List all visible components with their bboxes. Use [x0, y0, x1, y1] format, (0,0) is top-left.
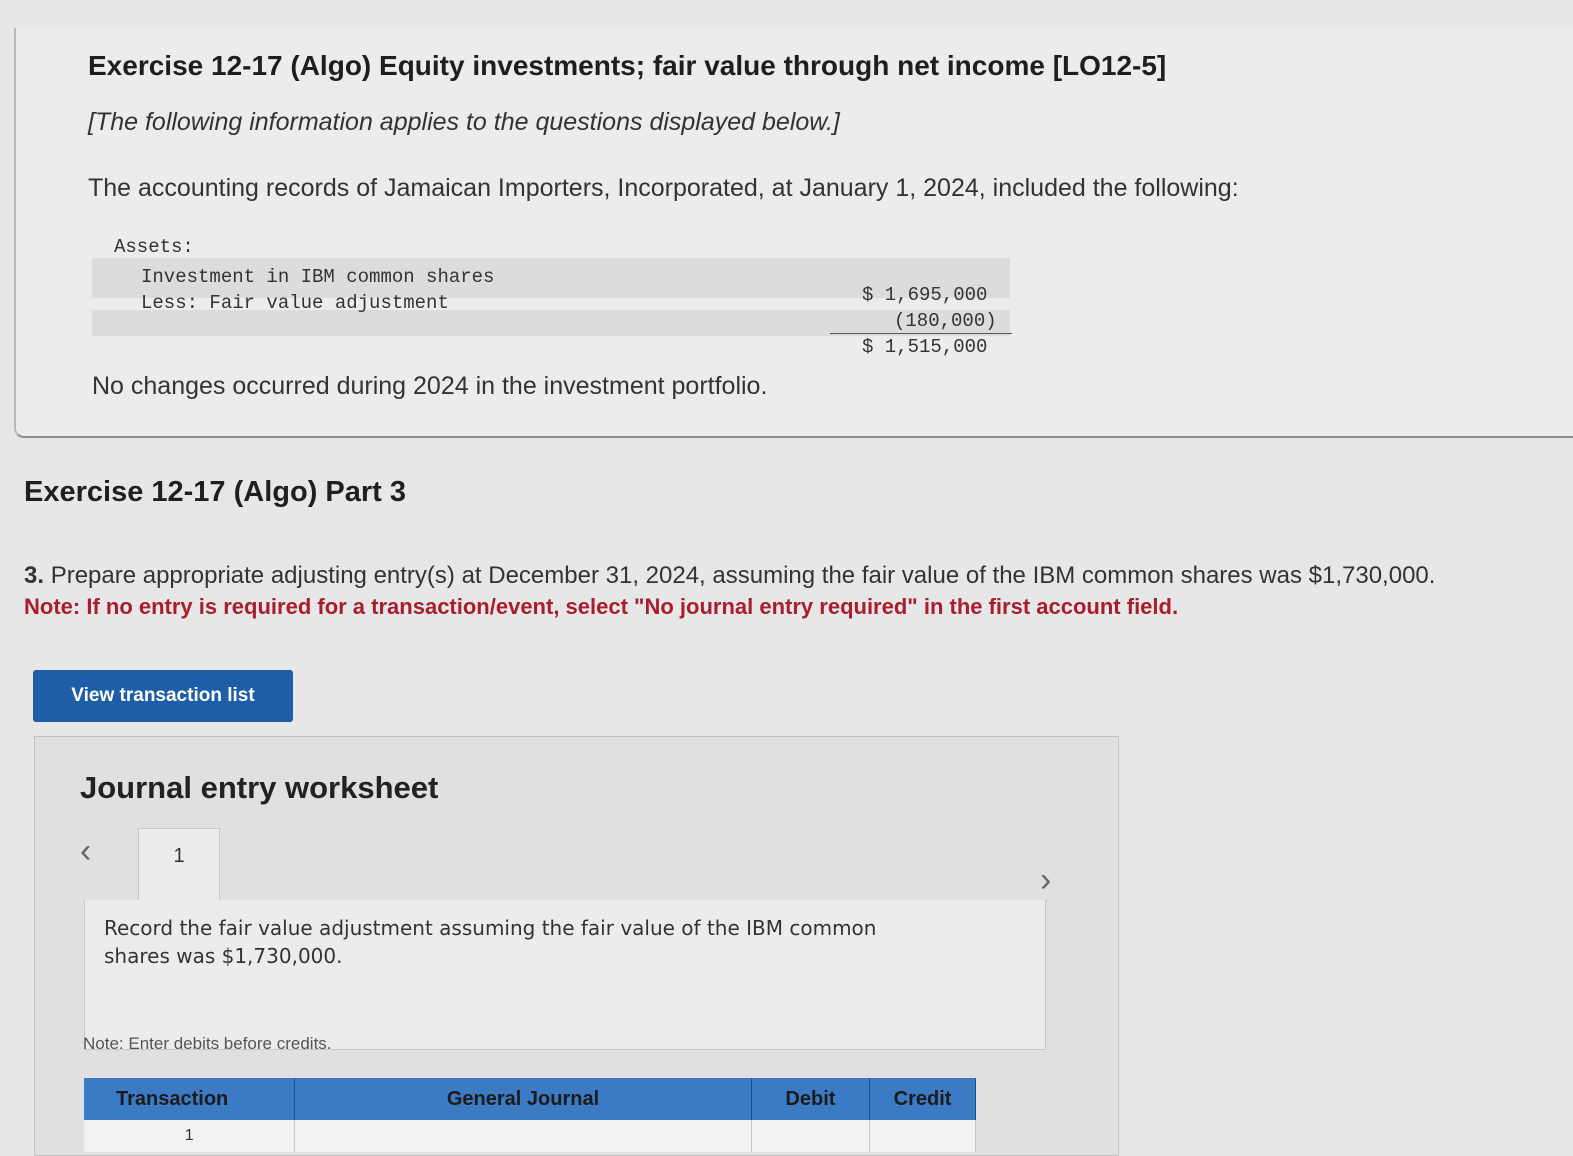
asset-item-label: Less: Fair value adjustment	[141, 292, 449, 314]
assets-label: Assets:	[114, 236, 194, 258]
asset-total-value: $ 1,515,000	[862, 336, 988, 358]
table-row: 1	[84, 1120, 976, 1152]
asset-item-value: $ 1,695,000	[862, 284, 988, 306]
view-transaction-list-button[interactable]: View transaction list	[33, 670, 293, 722]
transaction-cell: 1	[84, 1120, 296, 1152]
general-journal-cell[interactable]	[294, 1120, 752, 1152]
no-change-note: No changes occurred during 2024 in the i…	[92, 372, 768, 400]
enter-debits-note: Note: Enter debits before credits.	[83, 1034, 332, 1053]
worksheet-title: Journal entry worksheet	[80, 770, 439, 805]
column-header-transaction: Transaction	[84, 1078, 296, 1120]
debit-cell[interactable]	[751, 1120, 871, 1152]
column-header-general-journal: General Journal	[294, 1078, 752, 1120]
question-text: Prepare appropriate adjusting entry(s) a…	[50, 562, 1436, 589]
instruction-text: Record the fair value adjustment assumin…	[104, 916, 877, 968]
credit-cell[interactable]	[869, 1120, 976, 1152]
total-rule	[830, 333, 1012, 334]
asset-item-value: (180,000)	[894, 310, 997, 332]
asset-item-label: Investment in IBM common shares	[141, 266, 495, 288]
chevron-right-icon[interactable]: ›	[1040, 863, 1051, 897]
exercise-title: Exercise 12-17 (Algo) Equity investments…	[88, 50, 1167, 81]
column-header-credit: Credit	[869, 1078, 976, 1120]
chevron-left-icon[interactable]: ‹	[80, 834, 91, 868]
entry-note: Note: If no entry is required for a tran…	[24, 594, 1179, 619]
exercise-intro: The accounting records of Jamaican Impor…	[88, 174, 1239, 202]
question: 3. Prepare appropriate adjusting entry(s…	[24, 562, 1435, 590]
exercise-subtitle: [The following information applies to th…	[88, 108, 840, 136]
part-title: Exercise 12-17 (Algo) Part 3	[24, 476, 407, 508]
question-number: 3.	[24, 562, 45, 589]
column-header-debit: Debit	[751, 1078, 871, 1120]
tab-1[interactable]: 1	[138, 828, 220, 902]
